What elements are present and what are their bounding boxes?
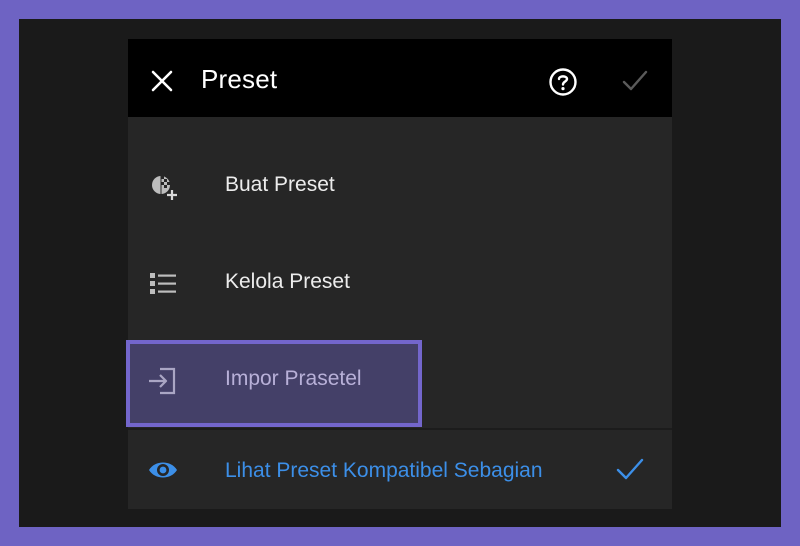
menu-item-create-preset[interactable]: Buat Preset — [128, 137, 672, 234]
menu-item-import-presets[interactable]: Impor Prasetel — [128, 331, 672, 428]
eye-icon — [149, 462, 177, 478]
checkmark-icon[interactable] — [622, 69, 648, 93]
page-title: Preset — [201, 64, 278, 94]
create-preset-icon — [152, 176, 178, 201]
preset-header: Preset — [128, 39, 672, 117]
help-circle-icon[interactable] — [548, 67, 578, 97]
close-icon[interactable] — [150, 69, 174, 93]
menu-item-view-partially-compatible[interactable]: Lihat Preset Kompatibel Sebagian — [128, 430, 672, 509]
checkmark-icon — [616, 458, 644, 480]
menu-item-label: Lihat Preset Kompatibel Sebagian — [225, 459, 543, 482]
import-icon — [149, 367, 176, 395]
preset-panel: Preset Buat Preset Kelola Preset Impor P… — [126, 39, 672, 509]
menu-item-manage-presets[interactable]: Kelola Preset — [128, 234, 672, 331]
list-icon — [150, 273, 176, 294]
menu-item-label: Impor Prasetel — [225, 367, 362, 390]
menu-item-label: Kelola Preset — [225, 270, 350, 293]
menu-item-label: Buat Preset — [225, 173, 335, 196]
app-background: Preset Buat Preset Kelola Preset Impor P… — [19, 19, 781, 527]
